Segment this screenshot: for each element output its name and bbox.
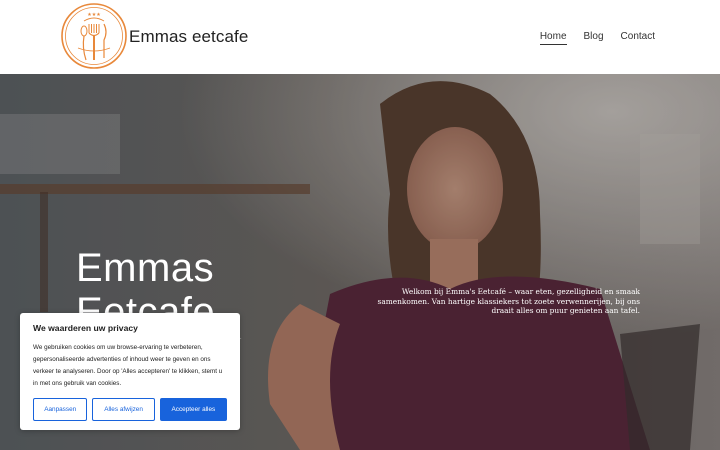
accept-all-button[interactable]: Accepteer alles (159, 398, 227, 421)
cookie-button-row: Aanpassen Alles afwijzen Accepteer alles (33, 398, 227, 421)
site-header: ★★★ Emmas eetcafe Home Blog Contact (0, 0, 720, 74)
site-title[interactable]: Emmas eetcafe (129, 27, 248, 47)
nav-blog[interactable]: Blog (584, 31, 604, 45)
eetcafe-logo-icon[interactable]: ★★★ (60, 2, 128, 70)
hero-intro-text: Welkom bij Emma's Eetcafé – waar eten, g… (377, 287, 640, 316)
svg-text:★★★: ★★★ (87, 12, 101, 18)
nav-contact[interactable]: Contact (621, 31, 655, 45)
nav-home[interactable]: Home (539, 31, 567, 45)
cookie-body-text: We gebruiken cookies om uw browse-ervari… (33, 344, 223, 387)
reject-all-button[interactable]: Alles afwijzen (92, 398, 155, 421)
cookie-consent-banner: We waarderen uw privacy We gebruiken coo… (20, 313, 240, 430)
cookie-heading: We waarderen uw privacy (33, 323, 138, 333)
main-nav: Home Blog Contact (523, 31, 655, 45)
customize-button[interactable]: Aanpassen (33, 398, 88, 421)
